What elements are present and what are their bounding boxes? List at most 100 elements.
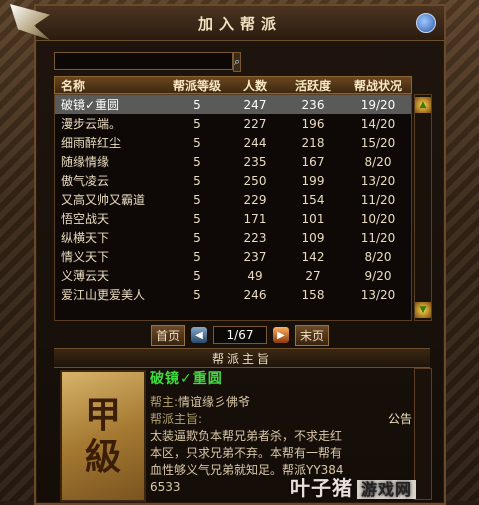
watermark: 叶子猪 游戏网	[290, 472, 417, 501]
guild-members-cell: 171	[243, 211, 267, 226]
guild-members-cell: 229	[243, 192, 267, 207]
guild-members-cell: 49	[247, 268, 263, 283]
table-row[interactable]: 漫步云端。 5 227 196 14/20	[55, 114, 411, 133]
guild-war-cell: 9/20	[364, 268, 392, 283]
guild-emblem: 甲 級	[60, 370, 146, 502]
motto-text-line: 本区，只求兄弟不弃。本帮有一帮有	[150, 446, 343, 460]
guild-activity-cell: 27	[305, 268, 321, 283]
guild-war-cell: 19/20	[360, 97, 396, 112]
details-scrollbar[interactable]	[414, 368, 432, 500]
motto-label: 帮派主旨:	[150, 412, 203, 426]
notice-label[interactable]: 公告	[388, 411, 412, 428]
arrow-down-icon[interactable]: ▼	[415, 302, 431, 318]
leader-label: 帮主:	[150, 395, 179, 409]
guild-name-cell: 漫步云端。	[61, 117, 122, 131]
table-row[interactable]: 细雨醉红尘 5 244 218 15/20	[55, 133, 411, 152]
guild-activity-cell: 109	[301, 230, 325, 245]
selected-guild-name: 破镜✓重圆	[150, 371, 223, 387]
guild-members-cell: 244	[243, 135, 267, 150]
guild-level-cell: 5	[193, 268, 201, 283]
motto-text-line: 太装逼欺负本帮兄弟者杀，不求走红	[150, 429, 343, 443]
guild-level-cell: 5	[193, 116, 201, 131]
guild-war-cell: 11/20	[360, 230, 396, 245]
header-war-status[interactable]: 帮战状况	[345, 77, 411, 93]
header-members[interactable]: 人数	[229, 77, 281, 93]
list-scrollbar[interactable]: ▲ ▼	[414, 94, 432, 321]
guild-level-cell: 5	[193, 230, 201, 245]
guild-members-cell: 223	[243, 230, 267, 245]
header-name[interactable]: 名称	[55, 77, 165, 93]
page-indicator: 1/67	[213, 326, 267, 344]
guild-war-cell: 15/20	[360, 135, 396, 150]
last-page-button[interactable]: 末页	[295, 324, 330, 346]
first-page-button[interactable]: 首页	[150, 324, 185, 346]
table-row[interactable]: 情义天下 5 237 142 8/20	[55, 247, 411, 266]
table-row[interactable]: 随缘情缘 5 235 167 8/20	[55, 152, 411, 171]
search-input[interactable]	[54, 52, 233, 70]
guild-war-cell: 11/20	[360, 192, 396, 207]
guild-name-cell: 细雨醉红尘	[61, 136, 122, 150]
guild-activity-cell: 196	[301, 116, 325, 131]
guild-war-cell: 8/20	[364, 154, 392, 169]
guild-members-cell: 227	[243, 116, 267, 131]
header-level[interactable]: 帮派等级	[165, 77, 229, 93]
arrow-left-icon[interactable]: ◀	[191, 327, 207, 343]
table-row[interactable]: 义薄云天 5 49 27 9/20	[55, 266, 411, 285]
close-icon[interactable]	[416, 13, 436, 33]
pagination: 首页 ◀ 1/67 ▶ 末页	[36, 324, 444, 346]
arrow-right-icon[interactable]: ▶	[273, 327, 289, 343]
guild-name-cell: 又高又帅又霸道	[61, 193, 146, 207]
window-titlebar[interactable]: 加入帮派	[10, 4, 444, 41]
guild-search: ⌕	[54, 52, 242, 72]
guild-activity-cell: 142	[301, 249, 325, 264]
guild-level-cell: 5	[193, 192, 201, 207]
guild-list: 破镜✓重圆 5 247 236 19/20 漫步云端。 5 227 196 14…	[54, 94, 412, 321]
guild-war-cell: 13/20	[360, 287, 396, 302]
guild-level-cell: 5	[193, 154, 201, 169]
table-row[interactable]: 破镜✓重圆 5 247 236 19/20	[55, 95, 411, 114]
guild-members-cell: 235	[243, 154, 267, 169]
motto-header-line: 帮派主旨: 公告	[150, 411, 416, 428]
guild-name-cell: 悟空战天	[61, 212, 110, 226]
guild-level-cell: 5	[193, 135, 201, 150]
table-row[interactable]: 又高又帅又霸道 5 229 154 11/20	[55, 190, 411, 209]
search-icon[interactable]: ⌕	[233, 52, 242, 72]
table-row[interactable]: 悟空战天 5 171 101 10/20	[55, 209, 411, 228]
table-row[interactable]: 爱江山更爱美人 5 246 158 13/20	[55, 285, 411, 304]
header-activity[interactable]: 活跃度	[281, 77, 345, 93]
guild-activity-cell: 167	[301, 154, 325, 169]
guild-war-cell: 10/20	[360, 211, 396, 226]
guild-activity-cell: 218	[301, 135, 325, 150]
guild-members-cell: 250	[243, 173, 267, 188]
guild-name-cell: 爱江山更爱美人	[61, 288, 146, 302]
table-row[interactable]: 傲气凌云 5 250 199 13/20	[55, 171, 411, 190]
window-title: 加入帮派	[197, 14, 282, 33]
guild-members-cell: 246	[243, 287, 267, 302]
arrow-up-icon[interactable]: ▲	[415, 97, 431, 113]
watermark-text: 游戏网	[357, 480, 417, 499]
guild-members-cell: 237	[243, 249, 267, 264]
guild-name-cell: 随缘情缘	[61, 155, 110, 169]
guild-war-cell: 13/20	[360, 173, 396, 188]
leader-name: 情谊缘彡佛爷	[178, 395, 251, 409]
join-guild-window: 加入帮派 ⌕ 名称 帮派等级 人数 活跃度 帮战状况 破镜✓重圆 5 247 2…	[10, 4, 446, 505]
guild-name-cell: 破镜✓重圆	[61, 98, 120, 112]
guild-activity-cell: 101	[301, 211, 325, 226]
guild-name-cell: 义薄云天	[61, 269, 110, 283]
emblem-char: 級	[84, 436, 121, 478]
guild-name-cell: 纵横天下	[61, 231, 110, 245]
guild-level-cell: 5	[193, 97, 201, 112]
guild-activity-cell: 154	[301, 192, 325, 207]
guild-name-cell: 傲气凌云	[61, 174, 110, 188]
guild-war-cell: 8/20	[364, 249, 392, 264]
guild-activity-cell: 158	[301, 287, 325, 302]
guild-level-cell: 5	[193, 249, 201, 264]
guild-level-cell: 5	[193, 211, 201, 226]
section-title: 帮派主旨	[54, 348, 430, 368]
guild-war-cell: 14/20	[360, 116, 396, 131]
guild-level-cell: 5	[193, 287, 201, 302]
table-row[interactable]: 纵横天下 5 223 109 11/20	[55, 228, 411, 247]
guild-name-cell: 情义天下	[61, 250, 110, 264]
guild-activity-cell: 236	[301, 97, 325, 112]
guild-level-cell: 5	[193, 173, 201, 188]
